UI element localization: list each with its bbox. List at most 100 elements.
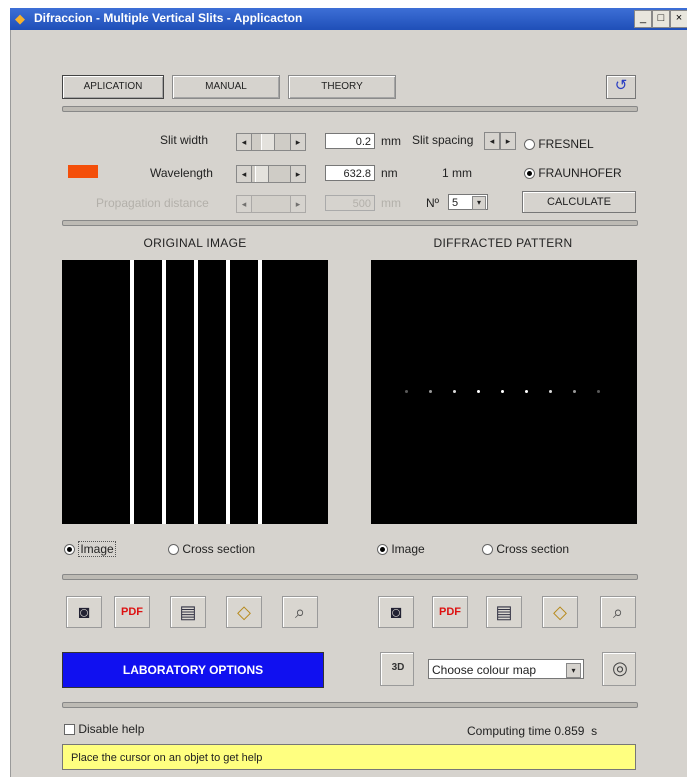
tab-theory[interactable]: THEORY — [288, 75, 396, 99]
computing-time: Computing time 0.859 s — [467, 724, 597, 738]
slit-line — [226, 260, 230, 524]
target-icon: ◎ — [612, 658, 628, 678]
slider-left-arrow[interactable]: ◂ — [485, 133, 500, 149]
chevron-down-icon[interactable]: ▾ — [472, 196, 486, 210]
diffraction-spot — [453, 390, 456, 393]
diffracted-image-radio-label: Image — [391, 542, 425, 556]
chevron-down-icon[interactable]: ▾ — [566, 663, 581, 678]
diffracted-pattern-panel — [371, 260, 637, 524]
help-bar: Place the cursor on an objet to get help — [62, 744, 636, 770]
slit-width-label: Slit width — [160, 133, 209, 147]
original-cross-radio-label: Cross section — [182, 542, 256, 556]
slit-spacing-slider[interactable]: ◂ ▸ — [484, 132, 516, 150]
help-text: Place the cursor on an objet to get help — [71, 752, 263, 764]
slider-left-arrow[interactable]: ◂ — [237, 134, 252, 150]
notepad-button[interactable]: ◇ — [226, 596, 262, 628]
slit-width-field[interactable]: 0.2 — [325, 133, 375, 149]
fraunhofer-label: FRAUNHOFER — [538, 166, 622, 180]
n-value: 5 — [452, 197, 459, 209]
diffraction-spot — [429, 390, 432, 393]
diffraction-spot — [573, 390, 576, 393]
maximize-button[interactable]: □ — [652, 10, 670, 28]
pdf-button[interactable]: PDF — [114, 596, 150, 628]
diffraction-spot — [477, 390, 480, 393]
fraunhofer-radio[interactable] — [524, 168, 535, 180]
slit-line — [194, 260, 198, 524]
undo-icon: ↺ — [614, 77, 628, 94]
settings-button[interactable]: ◎ — [602, 652, 636, 686]
original-image-heading: ORIGINAL IMAGE — [143, 236, 247, 250]
camera-icon: ◙ — [78, 602, 90, 622]
disable-help-label: Disable help — [78, 722, 145, 736]
wavelength-field[interactable]: 632.8 — [325, 165, 375, 181]
zoom-icon: ⌕ — [294, 602, 306, 622]
notepad-icon: ◇ — [237, 602, 251, 622]
close-button[interactable]: × — [670, 10, 687, 28]
disable-help-checkbox[interactable] — [64, 724, 75, 736]
wavelength-color-swatch — [68, 165, 98, 178]
slider-thumb[interactable] — [261, 134, 275, 150]
wavelength-label: Wavelength — [150, 166, 213, 180]
propagation-unit: mm — [381, 196, 401, 210]
diffracted-cross-option[interactable]: Cross section — [482, 542, 569, 556]
slit-line — [162, 260, 166, 524]
notepad-button[interactable]: ◇ — [542, 596, 578, 628]
slit-line — [258, 260, 262, 524]
diffraction-spot — [501, 390, 504, 393]
pdf-icon: PDF — [439, 606, 461, 618]
original-cross-option[interactable]: Cross section — [168, 542, 255, 556]
diffracted-image-radio[interactable] — [377, 544, 388, 556]
original-cross-radio[interactable] — [168, 544, 179, 556]
slit-width-unit: mm — [381, 134, 401, 148]
fresnel-radio[interactable] — [524, 139, 535, 151]
3d-view-button[interactable]: 3D — [380, 652, 414, 686]
fraunhofer-option[interactable]: FRAUNHOFER — [524, 166, 622, 180]
undo-button[interactable]: ↺ — [606, 75, 636, 99]
slider-left-arrow[interactable]: ◂ — [237, 166, 252, 182]
calculate-button[interactable]: CALCULATE — [522, 191, 636, 213]
fresnel-option[interactable]: FRESNEL — [524, 137, 594, 151]
slider-thumb[interactable] — [255, 166, 269, 182]
diffracted-pattern-heading: DIFFRACTED PATTERN — [433, 236, 573, 250]
original-image-option[interactable]: Image — [64, 541, 116, 557]
tab-aplication[interactable]: APLICATION — [62, 75, 164, 99]
laboratory-options-button[interactable]: LABORATORY OPTIONS — [62, 652, 324, 688]
printer-icon: ▤ — [179, 602, 197, 622]
minimize-button[interactable]: _ — [634, 10, 652, 28]
separator — [62, 574, 638, 580]
computing-time-value: 0.859 — [554, 724, 585, 738]
propagation-distance-label: Propagation distance — [96, 196, 209, 210]
separator — [62, 106, 638, 112]
diffraction-spot — [405, 390, 408, 393]
slider-right-arrow: ▸ — [290, 196, 305, 212]
zoom-button[interactable]: ⌕ — [282, 596, 318, 628]
slit-width-slider[interactable]: ◂ ▸ — [236, 133, 306, 151]
camera-button[interactable]: ◙ — [378, 596, 414, 628]
diffracted-cross-radio[interactable] — [482, 544, 493, 556]
3d-icon: 3D — [391, 662, 405, 673]
print-button[interactable]: ▤ — [486, 596, 522, 628]
disable-help-option[interactable]: Disable help — [64, 722, 144, 736]
diffraction-spot — [549, 390, 552, 393]
app-icon: ◆ — [15, 11, 25, 26]
slider-right-arrow[interactable]: ▸ — [290, 166, 305, 182]
title-bar: ◆ Difraccion - Multiple Vertical Slits -… — [10, 8, 687, 30]
camera-button[interactable]: ◙ — [66, 596, 102, 628]
diffraction-spot — [525, 390, 528, 393]
slider-right-arrow[interactable]: ▸ — [290, 134, 305, 150]
diffracted-image-option[interactable]: Image — [377, 542, 425, 556]
window-title: Difraccion - Multiple Vertical Slits - A… — [34, 11, 303, 25]
colour-map-select[interactable]: Choose colour map ▾ — [428, 659, 584, 679]
pdf-button[interactable]: PDF — [432, 596, 468, 628]
camera-icon: ◙ — [390, 602, 402, 622]
print-button[interactable]: ▤ — [170, 596, 206, 628]
printer-icon: ▤ — [495, 602, 513, 622]
zoom-button[interactable]: ⌕ — [600, 596, 636, 628]
slit-spacing-label: Slit spacing — [412, 133, 474, 147]
slider-right-arrow[interactable]: ▸ — [500, 133, 515, 149]
n-select[interactable]: 5 ▾ — [448, 194, 488, 210]
original-image-radio[interactable] — [64, 544, 75, 556]
wavelength-slider[interactable]: ◂ ▸ — [236, 165, 306, 183]
tab-manual[interactable]: MANUAL — [172, 75, 280, 99]
computing-time-label: Computing time — [467, 724, 552, 738]
